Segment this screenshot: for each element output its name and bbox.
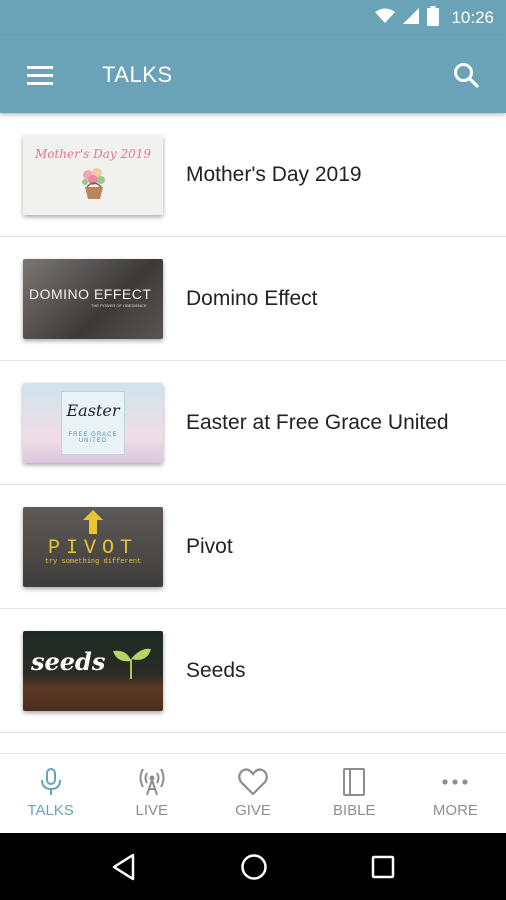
nav-give[interactable]: GIVE [202,754,303,833]
list-item[interactable]: Mother's Day 2019 Mother's Day 2019 [0,113,506,237]
thumbnail-text: DOMINO EFFECT [29,285,152,302]
heart-icon [238,768,268,796]
nav-talks[interactable]: TALKS [0,754,101,833]
system-navigation-bar [0,833,506,900]
nav-label: MORE [432,802,478,819]
wifi-icon [375,8,396,29]
clock: 10:26 [451,8,494,27]
list-item[interactable]: Easter FREE GRACE UNITED Easter at Free … [0,361,506,485]
nav-label: LIVE [135,802,169,819]
list-item[interactable]: seeds Seeds [0,609,506,733]
home-icon[interactable] [240,853,268,881]
battery-icon [427,5,440,31]
status-bar: 10:26 [0,0,506,36]
thumbnail-subtext: FREE GRACE UNITED [68,431,118,444]
thumbnail-text: Mother's Day 2019 [34,146,152,161]
back-icon[interactable] [111,853,137,881]
signal-icon [403,7,420,29]
menu-button[interactable] [0,36,80,113]
talk-title: Domino Effect [186,286,318,310]
nav-bible[interactable]: BIBLE [304,754,405,833]
search-button[interactable] [426,36,506,113]
list-item[interactable]: DOMINO EFFECT THE POWER OF OBEDIENCE Dom… [0,237,506,361]
search-icon [454,62,479,88]
talk-thumbnail: PIVOT try something different [23,506,163,587]
microphone-icon [40,768,61,795]
talk-title: Mother's Day 2019 [186,162,362,186]
sprout-icon [113,648,151,679]
talks-list: Mother's Day 2019 Mother's Day 2019 DOMI… [0,113,506,753]
list-item[interactable]: PIVOT try something different Pivot [0,485,506,609]
recents-icon[interactable] [371,855,395,879]
talk-thumbnail: Easter FREE GRACE UNITED [23,382,163,463]
nav-label: BIBLE [332,802,376,819]
nav-label: TALKS [27,802,74,819]
flower-basket-image [82,167,105,199]
broadcast-icon [139,768,165,796]
arrow-up-icon [83,509,103,534]
talk-title: Seeds [186,658,246,682]
nav-more[interactable]: MORE [405,754,506,833]
talk-title: Pivot [186,534,233,558]
thumbnail-text: Easter [66,400,120,420]
app-bar: TALKS [0,36,506,113]
thumbnail-card: Easter FREE GRACE UNITED [61,390,125,455]
nav-label: GIVE [235,802,271,819]
thumbnail-subtext: try something different [44,557,142,566]
thumbnail-text: seeds [31,646,106,676]
talk-thumbnail: seeds [23,630,163,711]
bottom-navigation: TALKS LIVE GIVE BIBLE MORE [0,753,506,833]
hamburger-icon [27,65,53,85]
talk-thumbnail: DOMINO EFFECT THE POWER OF OBEDIENCE [23,258,163,339]
page-title: TALKS [102,61,173,87]
thumbnail-subtext: THE POWER OF OBEDIENCE [91,302,147,308]
talk-title: Easter at Free Grace United [186,410,449,434]
more-dots-icon [442,779,469,785]
talk-thumbnail: Mother's Day 2019 [23,134,163,215]
nav-live[interactable]: LIVE [101,754,202,833]
book-icon [343,768,366,796]
thumbnail-text: PIVOT [47,536,138,560]
